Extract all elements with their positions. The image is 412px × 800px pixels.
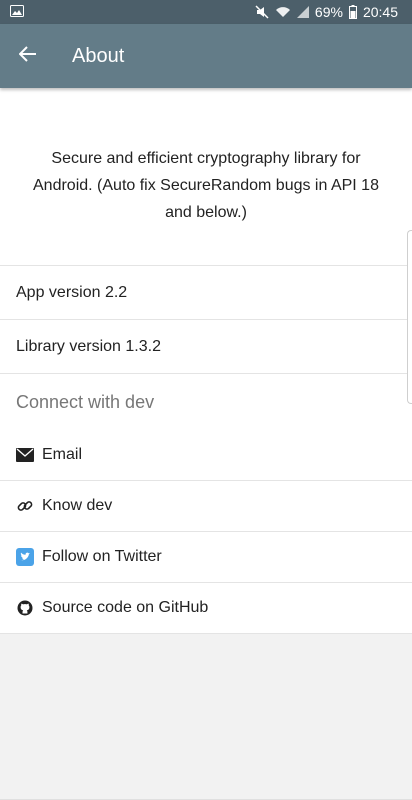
twitter-label: Follow on Twitter [42, 548, 162, 565]
library-version-label: Library version 1.3.2 [16, 337, 161, 355]
github-link[interactable]: Source code on GitHub [0, 583, 412, 634]
twitter-link[interactable]: Follow on Twitter [0, 532, 412, 583]
back-button[interactable] [0, 24, 56, 88]
app-description: Secure and efficient cryptography librar… [0, 88, 412, 266]
app-bar: About [0, 24, 412, 88]
wifi-icon [275, 6, 291, 18]
page-title: About [72, 44, 125, 67]
email-label: Email [42, 446, 83, 463]
know-dev-label: Know dev [42, 497, 113, 514]
image-icon [10, 4, 24, 20]
battery-percent: 69% [314, 4, 343, 20]
connect-header: Connect with dev [16, 391, 155, 412]
app-version-row: App version 2.2 [0, 266, 412, 320]
link-icon [16, 497, 34, 515]
mute-icon [255, 5, 269, 19]
scrollbar-thumb[interactable] [407, 230, 412, 404]
github-icon [16, 599, 34, 617]
about-content: Secure and efficient cryptography librar… [0, 88, 412, 634]
status-bar: 69% 20:45 [0, 0, 412, 24]
github-label: Source code on GitHub [42, 599, 209, 616]
library-version-row: Library version 1.3.2 [0, 320, 412, 374]
twitter-icon [16, 548, 34, 566]
battery-icon [348, 5, 357, 19]
email-link[interactable]: Email [0, 430, 412, 481]
app-version-label: App version 2.2 [16, 283, 128, 301]
know-dev-link[interactable]: Know dev [0, 481, 412, 532]
email-icon [16, 446, 34, 464]
arrow-back-icon [18, 45, 37, 67]
clock: 20:45 [362, 4, 398, 20]
signal-icon [296, 6, 309, 18]
